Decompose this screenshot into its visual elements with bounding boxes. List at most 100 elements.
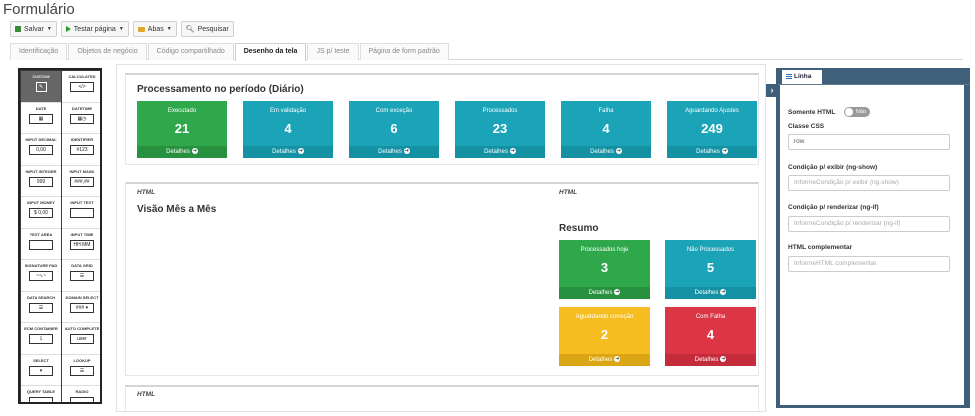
details-link[interactable]: Detalhes ➔ bbox=[667, 146, 757, 158]
palette-item-date[interactable]: DATE ▦ bbox=[21, 102, 61, 134]
palette-item-auto-complete[interactable]: AUTO COMPLETE user bbox=[62, 323, 100, 355]
chevron-right-icon[interactable]: › bbox=[766, 84, 778, 97]
palette-item-icon: HH:MM bbox=[70, 239, 94, 250]
palette-item-label: INPUT INTEGER bbox=[25, 168, 57, 174]
palette-item-input-text[interactable]: INPUT TEXT bbox=[62, 197, 100, 229]
palette-item-icon: 999 bbox=[29, 176, 53, 187]
palette-item-select[interactable]: SELECT ▾ bbox=[21, 354, 61, 386]
ng-show-input[interactable]: InformeCondição p/ exibir (ng-show) bbox=[788, 175, 950, 191]
details-link[interactable]: Detalhes ➔ bbox=[455, 146, 545, 158]
details-link[interactable]: Detalhes ➔ bbox=[561, 146, 651, 158]
section-daily-processing[interactable]: Processamento no período (Diário) Execut… bbox=[125, 73, 759, 165]
palette-item-ecm-container[interactable]: ECM CONTAINER ⇩ bbox=[21, 323, 61, 355]
tab-pagina-form-padrao[interactable]: Página de form padrão bbox=[359, 43, 449, 60]
only-html-label: Somente HTML bbox=[788, 109, 836, 116]
palette-item-label: ECM CONTAINER bbox=[24, 326, 58, 331]
palette-item-calculated[interactable]: CALCULATED </> bbox=[62, 71, 100, 103]
html-tag: HTML bbox=[137, 189, 156, 196]
tab-linha[interactable]: Linha bbox=[782, 70, 822, 84]
details-link-label: Detalhes bbox=[696, 149, 720, 155]
search-button[interactable]: 🔍︎ Pesquisar bbox=[180, 21, 234, 37]
palette-item-input-decimal[interactable]: INPUT DECIMAL 0,00 bbox=[21, 134, 61, 166]
details-link[interactable]: Detalhes ➔ bbox=[665, 354, 756, 366]
save-button[interactable]: Salvar ▼ bbox=[10, 21, 57, 37]
tabs-button-label: Abas bbox=[147, 25, 164, 33]
section-html[interactable]: HTML bbox=[125, 385, 759, 411]
details-link-label: Detalhes bbox=[484, 149, 508, 155]
stat-card-label: Executado bbox=[167, 108, 197, 114]
palette-item-identifier[interactable]: IDENTIFIER #123 bbox=[62, 134, 100, 166]
tabs-button[interactable]: Abas ▼ bbox=[132, 21, 177, 37]
toggle-label: Não bbox=[856, 109, 867, 115]
tab-objetos-de-negocio[interactable]: Objetos de negócio bbox=[68, 43, 147, 60]
palette-item-data-search[interactable]: DATA SEARCH ☰ bbox=[21, 291, 61, 323]
css-class-input[interactable]: row bbox=[788, 134, 950, 150]
palette-item-label: INPUT MONEY bbox=[27, 200, 55, 205]
details-link[interactable]: Detalhes ➔ bbox=[243, 146, 333, 158]
palette-item-label: SIGNATURE PAD bbox=[24, 263, 58, 268]
palette-item-icon bbox=[29, 239, 53, 250]
ng-show-label: Condição p/ exibir (ng-show) bbox=[788, 164, 878, 171]
caret-down-icon: ▼ bbox=[118, 26, 124, 32]
palette-grid: CUSTOM ✎ CALCULATED </> DATE ▦ DATETIME ▦◷ INPUT… bbox=[20, 70, 100, 402]
palette-item-custom[interactable]: CUSTOM ✎ bbox=[21, 71, 61, 103]
properties-panel: Linha › Somente HTML Não Classe CSS row … bbox=[766, 68, 970, 408]
only-html-toggle[interactable]: Não bbox=[844, 107, 870, 117]
palette-item-lookup[interactable]: LOOKUP ☰ bbox=[62, 354, 100, 386]
palette-item-icon: $ 0,00 bbox=[29, 208, 53, 218]
palette-item-input-time[interactable]: INPUT TIME HH:MM bbox=[62, 228, 100, 260]
details-link-label: Detalhes bbox=[166, 149, 190, 155]
list-icon bbox=[786, 73, 792, 79]
details-link[interactable]: Detalhes ➔ bbox=[349, 146, 439, 158]
arrow-right-icon: ➔ bbox=[720, 289, 727, 296]
test-page-button-label: Testar página bbox=[73, 25, 116, 33]
details-link-label: Detalhes bbox=[590, 149, 614, 155]
summary-title: Resumo bbox=[559, 223, 599, 234]
details-link-label: Detalhes bbox=[272, 149, 296, 155]
palette-item-label: IDENTIFIER bbox=[70, 137, 94, 142]
component-palette: CUSTOM ✎ CALCULATED </> DATE ▦ DATETIME ▦◷ INPUT… bbox=[18, 68, 102, 404]
html-extra-input[interactable]: InformeHTML complementar bbox=[788, 256, 950, 272]
details-link[interactable]: Detalhes ➔ bbox=[559, 287, 650, 299]
stat-card: Não Processados 5 Detalhes ➔ bbox=[665, 240, 756, 299]
section-monthly[interactable]: HTML HTML Visão Mês a Mês Resumo Process… bbox=[125, 182, 759, 376]
palette-item-label: INPUT DECIMAL bbox=[25, 137, 57, 142]
stat-card-label: Falha bbox=[598, 108, 614, 114]
arrow-right-icon: ➔ bbox=[614, 289, 621, 296]
tab-desenho-da-tela[interactable]: Desenho da tela bbox=[234, 43, 307, 61]
palette-item-input-mask[interactable]: INPUT MASK ###,## bbox=[62, 165, 100, 197]
palette-item-data-grid[interactable]: DATA GRID ☰ bbox=[62, 260, 100, 292]
stat-card-label: Aguardando correção bbox=[575, 314, 634, 320]
details-link[interactable]: Detalhes ➔ bbox=[559, 354, 650, 366]
css-class-label: Classe CSS bbox=[788, 123, 825, 130]
tab-linha-label: Linha bbox=[794, 73, 812, 80]
stat-card-value: 3 bbox=[600, 260, 609, 275]
palette-item-text-area[interactable]: TEXT AREA bbox=[21, 228, 61, 260]
stat-card-value: 4 bbox=[284, 121, 292, 136]
palette-item-input-money[interactable]: INPUT MONEY $ 0,00 bbox=[21, 197, 61, 229]
palette-item-datetime[interactable]: DATETIME ▦◷ bbox=[62, 102, 100, 134]
details-link[interactable]: Detalhes ➔ bbox=[665, 287, 756, 299]
toggle-knob bbox=[845, 108, 853, 116]
stat-card: Processados 23 Detalhes ➔ bbox=[455, 101, 545, 158]
palette-item-signature-pad[interactable]: SIGNATURE PAD ~∿~ bbox=[21, 260, 61, 292]
palette-item-radio[interactable]: RADIO bbox=[62, 386, 100, 402]
stat-card: Aguardando correção 2 Detalhes ➔ bbox=[559, 307, 650, 366]
palette-item-domain-select[interactable]: DOMAIN SELECT ### ▾ bbox=[62, 291, 100, 323]
monthly-title: Visão Mês a Mês bbox=[137, 204, 217, 215]
toolbar: Salvar ▼ Testar página ▼ Abas ▼ 🔍︎ Pesqu… bbox=[10, 21, 234, 37]
stat-card: Executado 21 Detalhes ➔ bbox=[137, 101, 227, 158]
details-link[interactable]: Detalhes ➔ bbox=[137, 146, 227, 158]
palette-item-icon: ✎ bbox=[35, 82, 47, 92]
palette-item-icon: ☰ bbox=[70, 365, 94, 376]
palette-item-input-integer[interactable]: INPUT INTEGER 999 bbox=[21, 165, 61, 197]
tab-codigo-compartilhado[interactable]: Código compartilhado bbox=[147, 43, 234, 60]
tab-identificacao[interactable]: Identificação bbox=[10, 43, 68, 60]
test-page-button[interactable]: Testar página ▼ bbox=[60, 21, 129, 37]
palette-item-label: DATETIME bbox=[71, 105, 93, 111]
palette-item-label: QUERY TABLE bbox=[26, 389, 56, 394]
ng-if-input[interactable]: InformeCondição p/ renderizar (ng-if) bbox=[788, 216, 950, 232]
search-button-label: Pesquisar bbox=[197, 25, 229, 33]
palette-item-query-table[interactable]: QUERY TABLE bbox=[21, 386, 61, 402]
tab-js-teste[interactable]: JS p/ teste bbox=[307, 43, 359, 60]
